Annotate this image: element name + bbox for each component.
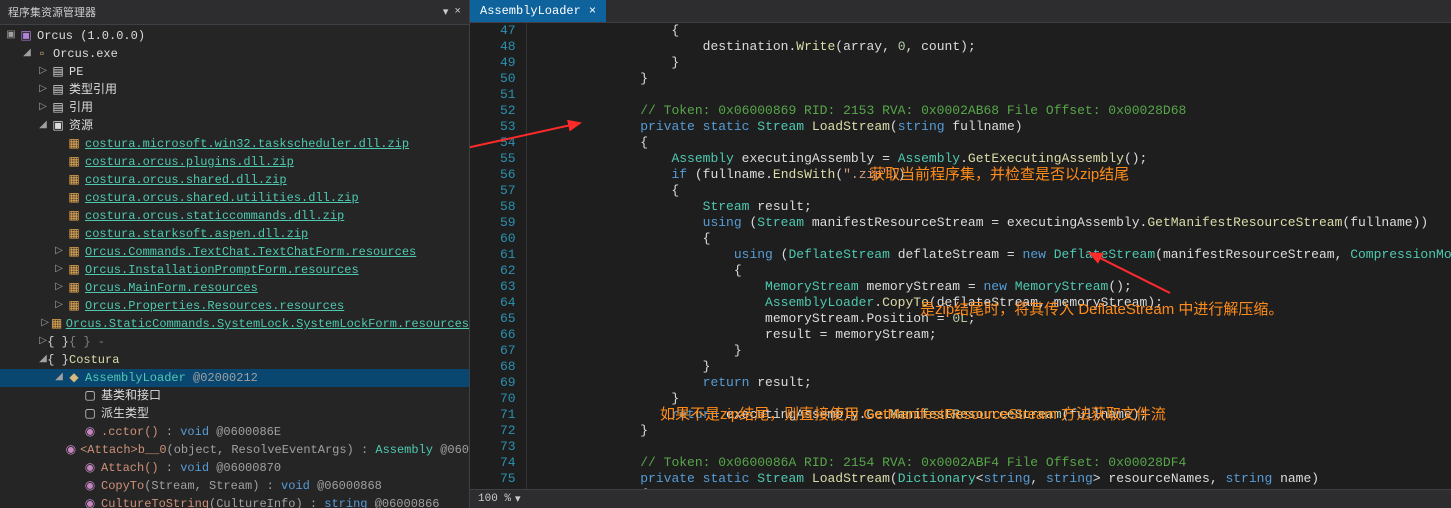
- tree-res-2[interactable]: costura.orcus.shared.dll.zip: [85, 172, 287, 188]
- panel-title-bar: 程序集资源管理器 ▾ ×: [0, 0, 469, 25]
- close-icon[interactable]: ×: [589, 4, 596, 18]
- tab-assembly-loader[interactable]: AssemblyLoader ×: [470, 0, 606, 22]
- tree-typeref[interactable]: 类型引用: [69, 82, 117, 98]
- tree-method-attach-internal[interactable]: <Attach>b__0(object, ResolveEventArgs) :…: [80, 442, 469, 458]
- tree-method-culture[interactable]: CultureToString(CultureInfo) : string @0…: [101, 496, 440, 508]
- tree-method-cctor[interactable]: .cctor() : void @0600086E: [101, 424, 281, 440]
- tree-formres-1[interactable]: Orcus.InstallationPromptForm.resources: [85, 262, 359, 278]
- tree-formres-4[interactable]: Orcus.StaticCommands.SystemLock.SystemLo…: [66, 316, 469, 332]
- zoom-control[interactable]: 100 % ▾: [478, 492, 521, 506]
- dropdown-icon[interactable]: ▾: [515, 492, 521, 506]
- tree-method-copyto[interactable]: CopyTo(Stream, Stream) : void @06000868: [101, 478, 382, 494]
- assembly-tree[interactable]: ▣▣Orcus (1.0.0.0) ◢▫Orcus.exe ▷▤PE ▷▤类型引…: [0, 25, 469, 508]
- tree-formres-2[interactable]: Orcus.MainForm.resources: [85, 280, 258, 296]
- close-icon[interactable]: ×: [454, 6, 461, 18]
- tree-pe[interactable]: PE: [69, 64, 83, 80]
- tree-formres-0[interactable]: Orcus.Commands.TextChat.TextChatForm.res…: [85, 244, 416, 260]
- code-editor[interactable]: 4748495051525354555657585960616263646566…: [470, 23, 1451, 489]
- tree-method-attach[interactable]: Attach() : void @06000870: [101, 460, 281, 476]
- pin-icon[interactable]: ▾: [443, 5, 449, 19]
- status-bar: 100 % ▾: [470, 489, 1451, 508]
- tree-references[interactable]: 引用: [69, 100, 93, 116]
- panel-title: 程序集资源管理器: [8, 4, 96, 20]
- tree-root[interactable]: Orcus (1.0.0.0): [37, 28, 145, 44]
- tab-label: AssemblyLoader: [480, 4, 581, 18]
- code-content[interactable]: { destination.Write(array, 0, count); } …: [527, 23, 1451, 489]
- tree-base-types[interactable]: 基类和接口: [101, 388, 161, 404]
- tree-costura-ns[interactable]: Costura: [69, 352, 119, 368]
- tree-formres-3[interactable]: Orcus.Properties.Resources.resources: [85, 298, 344, 314]
- line-gutter: 4748495051525354555657585960616263646566…: [470, 23, 527, 489]
- tree-res-3[interactable]: costura.orcus.shared.utilities.dll.zip: [85, 190, 359, 206]
- tree-res-1[interactable]: costura.orcus.plugins.dll.zip: [85, 154, 294, 170]
- tree-res-0[interactable]: costura.microsoft.win32.taskscheduler.dl…: [85, 136, 409, 152]
- tree-module[interactable]: Orcus.exe: [53, 46, 118, 62]
- tree-res-5[interactable]: costura.starksoft.aspen.dll.zip: [85, 226, 308, 242]
- tree-empty-ns[interactable]: { } -: [69, 334, 105, 350]
- tree-resources[interactable]: 资源: [69, 118, 93, 134]
- zoom-value: 100 %: [478, 493, 511, 505]
- tree-derived[interactable]: 派生类型: [101, 406, 149, 422]
- tab-bar: AssemblyLoader ×: [470, 0, 1451, 23]
- tree-assembly-loader[interactable]: AssemblyLoader @02000212: [85, 370, 258, 386]
- tree-res-4[interactable]: costura.orcus.staticcommands.dll.zip: [85, 208, 344, 224]
